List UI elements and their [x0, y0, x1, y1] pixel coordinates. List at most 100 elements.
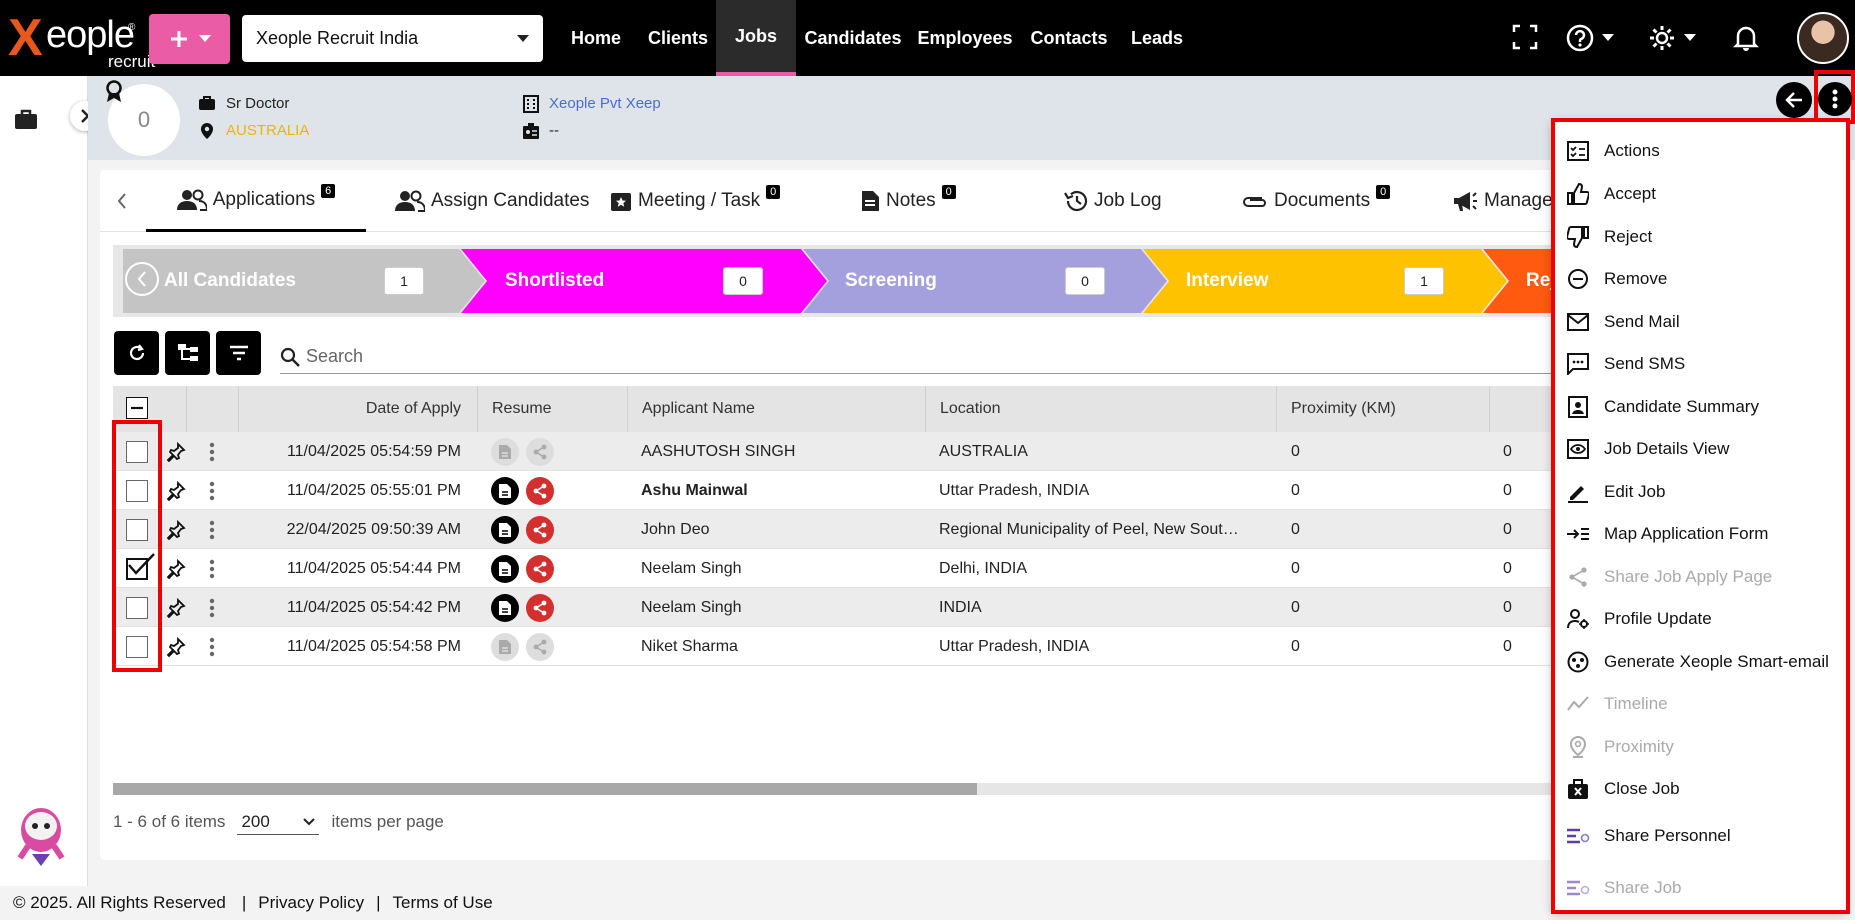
refresh-button[interactable] [114, 331, 159, 375]
column-applicant-name[interactable]: Applicant Name [627, 386, 925, 432]
applicant-name-cell: Ashu Mainwal [641, 481, 748, 499]
scrollbar-thumb[interactable] [113, 783, 977, 795]
menu-highlight [1551, 118, 1850, 914]
tab-assign-candidates[interactable]: Assign Candidates [395, 170, 589, 232]
pin-icon[interactable] [166, 520, 186, 540]
briefcase-icon[interactable] [14, 108, 38, 130]
stage-label: Rej [1526, 270, 1554, 291]
tab-label: Meeting / Task [638, 190, 761, 211]
share-resume-icon[interactable] [526, 594, 554, 622]
assistant-bot-icon[interactable] [10, 800, 72, 870]
pin-icon[interactable] [166, 637, 186, 657]
job-title: Sr Doctor [226, 95, 290, 112]
location-cell: Uttar Pradesh, INDIA [939, 637, 1090, 655]
refresh-icon [129, 344, 144, 361]
resume-document-icon[interactable] [491, 594, 519, 622]
nav-candidates[interactable]: Candidates [803, 0, 903, 76]
page-size-select[interactable]: 200 [237, 809, 320, 835]
nav-clients[interactable]: Clients [640, 0, 716, 76]
tab-meeting-task[interactable]: Meeting / Task 0 [610, 170, 781, 232]
people-icon [176, 189, 207, 211]
select-all-checkbox[interactable] [126, 397, 148, 419]
company-link[interactable]: Xeople Pvt Xeep [549, 95, 661, 112]
bell-icon[interactable] [1733, 24, 1759, 52]
plus-icon [170, 31, 187, 47]
extra-cell: 0 [1503, 481, 1512, 499]
nav-employees[interactable]: Employees [915, 0, 1015, 76]
more-actions-button[interactable] [1818, 82, 1852, 116]
stage-rejected[interactable]: Rej [1526, 249, 1554, 313]
extra-cell: 0 [1503, 598, 1512, 616]
pipeline-scroll-left[interactable] [125, 262, 159, 296]
tab-notes[interactable]: Notes 0 [860, 170, 956, 232]
date-of-apply-cell: 11/04/2025 05:54:59 PM [286, 442, 461, 460]
proximity-cell: 0 [1291, 442, 1300, 460]
user-avatar[interactable] [1797, 12, 1849, 64]
applicant-name-cell: Neelam Singh [641, 559, 742, 577]
privacy-policy-link[interactable]: Privacy Policy [258, 893, 364, 913]
paperclip-icon [1243, 197, 1266, 207]
applicant-name-cell: Niket Sharma [641, 637, 738, 655]
organization-select-value: Xeople Recruit India [256, 28, 419, 48]
resume-document-icon[interactable] [491, 477, 519, 505]
stage-count: 1 [384, 267, 424, 295]
fullscreen-icon[interactable] [1512, 24, 1538, 50]
hierarchy-button[interactable] [165, 331, 210, 375]
row-menu-icon[interactable] [209, 481, 215, 501]
resume-document-icon[interactable] [491, 516, 519, 544]
extra-cell: 0 [1503, 637, 1512, 655]
row-menu-icon[interactable] [209, 520, 215, 540]
share-resume-icon[interactable] [526, 555, 554, 583]
search-input[interactable]: Search [306, 346, 363, 367]
location-cell: AUSTRALIA [939, 442, 1028, 460]
tab-label: Job Log [1094, 190, 1162, 211]
back-button[interactable] [1776, 82, 1812, 118]
filter-button[interactable] [216, 331, 261, 375]
column-location[interactable]: Location [925, 386, 1276, 432]
row-menu-icon[interactable] [209, 637, 215, 657]
pin-icon[interactable] [166, 481, 186, 501]
stage-screening[interactable]: Screening 0 [845, 249, 1145, 313]
tab-applications[interactable]: Applications 6 [146, 170, 366, 232]
organization-select[interactable]: Xeople Recruit India [242, 15, 543, 62]
logo-word: eople [46, 14, 135, 56]
megaphone-icon [1454, 192, 1477, 211]
add-new-button[interactable] [149, 14, 230, 64]
row-menu-icon[interactable] [209, 442, 215, 462]
stage-shortlisted[interactable]: Shortlisted 0 [505, 249, 805, 313]
caret-down-icon [1684, 34, 1696, 41]
nav-leads[interactable]: Leads [1124, 0, 1190, 76]
resume-document-icon[interactable] [491, 555, 519, 583]
pin-icon[interactable] [166, 598, 186, 618]
help-icon [1566, 24, 1594, 52]
search-bar[interactable]: Search [280, 340, 1555, 374]
share-resume-icon[interactable] [526, 477, 554, 505]
pin-icon[interactable] [166, 442, 186, 462]
stage-interview[interactable]: Interview 1 [1186, 249, 1486, 313]
tabs-scroll-left[interactable] [110, 188, 134, 214]
extra-cell: 0 [1503, 559, 1512, 577]
column-proximity[interactable]: Proximity (KM) [1276, 386, 1489, 432]
tab-badge: 0 [766, 185, 781, 199]
nav-contacts[interactable]: Contacts [1028, 0, 1110, 76]
tab-label: Documents [1274, 190, 1371, 211]
proximity-cell: 0 [1291, 481, 1300, 499]
share-resume-icon[interactable] [526, 516, 554, 544]
nav-jobs[interactable]: Jobs [716, 0, 796, 76]
column-date-of-apply[interactable]: Date of Apply [238, 386, 477, 432]
nav-home[interactable]: Home [566, 0, 626, 76]
help-menu[interactable] [1566, 24, 1614, 52]
tab-label: Notes [886, 190, 936, 211]
row-menu-icon[interactable] [209, 598, 215, 618]
stage-label: Interview [1186, 270, 1269, 291]
terms-of-use-link[interactable]: Terms of Use [393, 893, 493, 913]
stage-all-candidates[interactable]: All Candidates 1 [164, 249, 464, 313]
pin-icon[interactable] [166, 559, 186, 579]
row-menu-icon[interactable] [209, 559, 215, 579]
tab-documents[interactable]: Documents 0 [1242, 170, 1391, 232]
tab-job-log[interactable]: Job Log [1064, 170, 1162, 232]
column-resume[interactable]: Resume [477, 386, 627, 432]
left-rail [0, 76, 88, 886]
tab-manage[interactable]: Manage [1452, 170, 1553, 232]
settings-menu[interactable] [1648, 24, 1696, 52]
